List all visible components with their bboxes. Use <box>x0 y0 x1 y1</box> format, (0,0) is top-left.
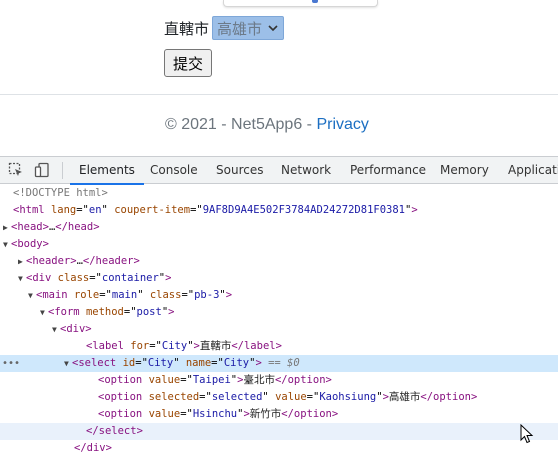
expand-arrow-icon[interactable]: ▼ <box>28 287 36 304</box>
dom-tree-line[interactable]: ▶ <head>…</head> <box>0 219 558 236</box>
web-page: 直轄市 高雄市 提交 © 2021 - Net5App6 - Privacy <box>0 0 558 156</box>
devtools-panel: Elements Console Sources Network Perform… <box>0 156 558 461</box>
footer: © 2021 - Net5App6 - Privacy <box>165 116 369 134</box>
submit-button[interactable]: 提交 <box>164 49 212 77</box>
dom-tree-line[interactable]: <option selected="selected" value="Kaohs… <box>0 389 558 406</box>
dom-tree-line[interactable]: <!DOCTYPE html> <box>0 185 558 202</box>
dom-tree-line[interactable]: </select> <box>0 423 558 440</box>
mouse-cursor-icon <box>520 424 534 444</box>
expand-arrow-icon[interactable]: ▼ <box>3 236 11 253</box>
city-select[interactable]: 高雄市 <box>212 16 285 40</box>
dom-tree-line[interactable]: ▼ <body> <box>0 236 558 253</box>
tab-memory[interactable]: Memory <box>440 157 489 184</box>
dom-tree-line[interactable]: ▼ <main role="main" class="pb-3"> <box>0 287 558 304</box>
expand-arrow-icon[interactable]: ▼ <box>52 321 60 338</box>
privacy-link[interactable]: Privacy <box>316 116 368 133</box>
dom-tree-line[interactable]: ••• ▼ <select id="City" name="City"> == $0 <box>0 355 558 372</box>
dom-tree-line[interactable]: <label for="City">直轄市</label> <box>0 338 558 355</box>
tab-sources[interactable]: Sources <box>216 157 263 184</box>
city-label: 直轄市 <box>164 19 210 38</box>
tab-application[interactable]: Application <box>508 157 558 184</box>
device-toolbar-icon[interactable] <box>33 161 51 179</box>
inspect-element-icon[interactable] <box>7 161 25 179</box>
toolbar-separator <box>62 162 63 179</box>
dom-tree: <!DOCTYPE html> <html lang="en" coupert-i… <box>0 185 558 461</box>
tab-network[interactable]: Network <box>281 157 331 184</box>
tab-performance[interactable]: Performance <box>350 157 426 184</box>
dom-tree-line[interactable]: </div> <box>0 440 558 457</box>
tooltip-popup <box>223 0 378 7</box>
city-select-value: 高雄市 <box>217 19 263 38</box>
chevron-down-icon <box>267 22 279 34</box>
expand-arrow-icon[interactable]: ▼ <box>64 355 72 372</box>
city-form-row: 直轄市 高雄市 <box>164 16 285 40</box>
expand-arrow-icon[interactable]: ▼ <box>18 270 26 287</box>
footer-text: © 2021 - Net5App6 - <box>165 116 317 133</box>
dom-tree-line[interactable]: ▶ <header>…</header> <box>0 253 558 270</box>
tab-elements[interactable]: Elements <box>70 157 144 185</box>
devtools-tabbar: Elements Console Sources Network Perform… <box>0 157 558 185</box>
expand-arrow-icon[interactable]: ▼ <box>40 304 48 321</box>
dom-tree-line[interactable]: <html lang="en" coupert-item="9AF8D9A4E5… <box>0 202 558 219</box>
dom-tree-line[interactable]: <option value="Taipei">臺北市</option> <box>0 372 558 389</box>
more-options-icon[interactable]: ••• <box>2 355 20 372</box>
dom-tree-line[interactable]: ▼ <div class="container"> <box>0 270 558 287</box>
dom-tree-line[interactable]: <option value="Hsinchu">新竹市</option> <box>0 406 558 423</box>
collapse-arrow-icon[interactable]: ▶ <box>18 253 26 270</box>
collapse-arrow-icon[interactable]: ▶ <box>3 219 11 236</box>
tab-console[interactable]: Console <box>150 157 198 184</box>
dom-tree-line[interactable]: ▼ <form method="post"> <box>0 304 558 321</box>
dom-tree-line[interactable]: ▼ <div> <box>0 321 558 338</box>
divider <box>0 94 558 95</box>
